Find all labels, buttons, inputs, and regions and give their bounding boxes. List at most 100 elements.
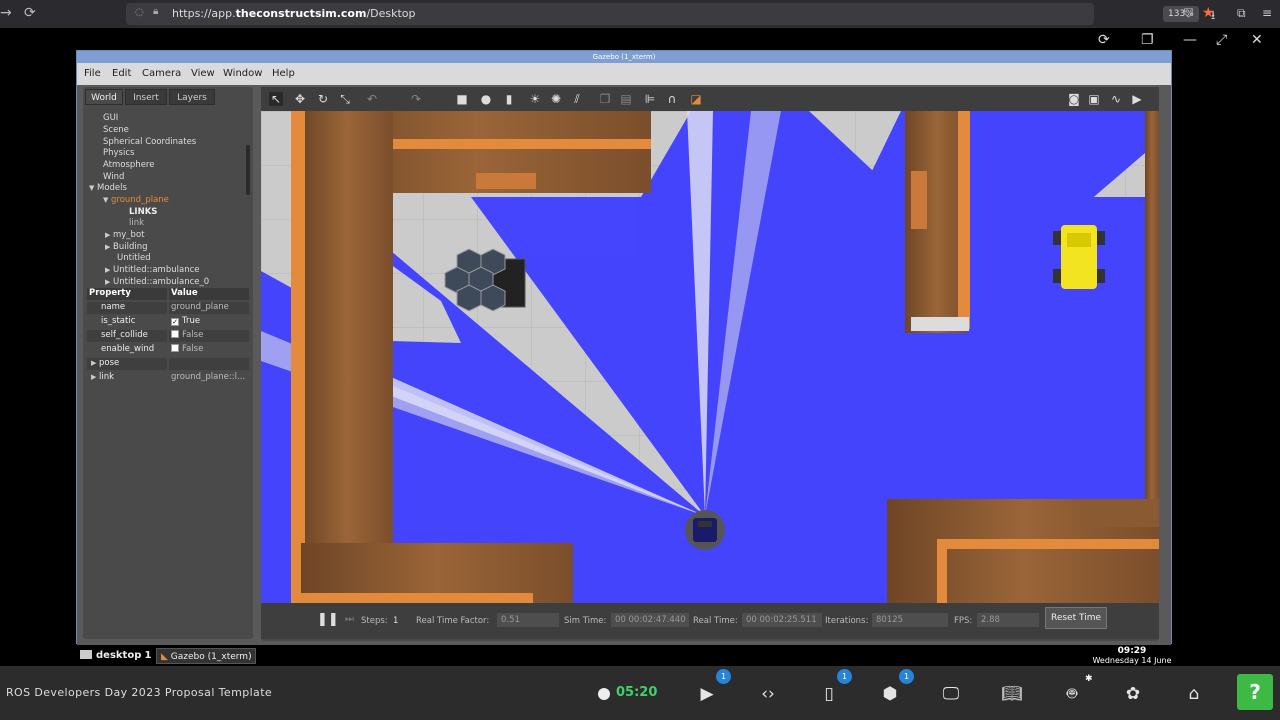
redo-icon[interactable]: ↷: [409, 92, 423, 106]
shell-badge: 1: [716, 669, 731, 684]
tracking-shield-icon[interactable]: ◌: [135, 7, 144, 18]
tree-models[interactable]: ▼ Models: [89, 183, 127, 193]
menu-window[interactable]: Window: [223, 68, 262, 79]
property-row-pose[interactable]: ▶ pose: [85, 357, 251, 370]
tree-my-bot[interactable]: ▶ my_bot: [105, 230, 145, 240]
property-row-is-static[interactable]: is_static ✓ True: [85, 315, 251, 328]
expand-down-icon[interactable]: ▼: [89, 184, 97, 192]
tree-ground-plane[interactable]: ▼ ground_plane: [103, 195, 169, 205]
expand-right-icon[interactable]: ▶: [105, 266, 113, 274]
tree-ambulance[interactable]: ▶ Untitled::ambulance: [105, 265, 199, 275]
log-icon[interactable]: ▣: [1087, 92, 1101, 106]
box-shape-icon[interactable]: ■: [455, 92, 469, 106]
ai-assistant-icon[interactable]: ✿: [1122, 683, 1144, 705]
help-button[interactable]: ?: [1237, 674, 1273, 710]
tree-scrollbar[interactable]: [246, 145, 250, 195]
menu-camera[interactable]: Camera: [142, 68, 181, 79]
plot-icon[interactable]: ∿: [1109, 92, 1123, 106]
menu-help[interactable]: Help: [272, 68, 295, 79]
tree-ambulance-0[interactable]: ▶ Untitled::ambulance_0: [105, 277, 209, 287]
refresh-icon[interactable]: ⟳: [1098, 32, 1110, 48]
sim-time-value: 00 00:02:47.440: [611, 613, 689, 627]
download-icon[interactable]: ⭳: [1211, 6, 1215, 27]
lock-icon[interactable]: 🔒︎: [153, 6, 158, 17]
property-row-name[interactable]: name ground_plane: [85, 301, 251, 314]
minimize-icon[interactable]: —: [1183, 32, 1197, 48]
step-icon[interactable]: ⏭: [345, 614, 354, 625]
gazebo-body: World Insert Layers GUI Scene Spherical …: [77, 85, 1171, 645]
forward-icon[interactable]: →: [0, 5, 12, 21]
tree-scene[interactable]: Scene: [103, 125, 129, 135]
point-light-icon[interactable]: ☀: [528, 92, 542, 106]
rotate-mode-icon[interactable]: ↻: [316, 92, 330, 106]
is-static-checkbox[interactable]: ✓: [171, 318, 179, 326]
tree-atmosphere[interactable]: Atmosphere: [103, 160, 154, 170]
tree-gui[interactable]: GUI: [103, 113, 118, 123]
clock-time: 09:29: [1117, 646, 1147, 656]
tree-physics[interactable]: Physics: [103, 148, 134, 158]
menu-file[interactable]: File: [84, 68, 101, 79]
package-icon[interactable]: ⬢: [879, 683, 901, 705]
extensions-icon[interactable]: ⧉: [1237, 6, 1246, 21]
tree-wind[interactable]: Wind: [103, 172, 124, 182]
expand-right-icon[interactable]: ▶: [91, 359, 99, 367]
menu-edit[interactable]: Edit: [112, 68, 131, 79]
video-record-icon[interactable]: ▶: [1130, 92, 1144, 106]
tree-building[interactable]: ▶ Building: [105, 242, 147, 252]
copy-icon[interactable]: ❐: [598, 92, 612, 106]
expand-right-icon[interactable]: ▶: [105, 243, 113, 251]
menu-icon[interactable]: ≡: [1262, 6, 1272, 20]
gazebo-task-button[interactable]: ◣ Gazebo (1_xterm): [156, 648, 256, 664]
shell-icon[interactable]: ▶: [696, 683, 718, 705]
tree-untitled[interactable]: Untitled: [117, 253, 151, 263]
spot-light-icon[interactable]: ✺: [549, 92, 563, 106]
notebook-icon[interactable]: ▯: [818, 683, 840, 705]
tree-spherical[interactable]: Spherical Coordinates: [103, 137, 196, 147]
tab-layers[interactable]: Layers: [169, 89, 215, 105]
fullscreen-icon[interactable]: ⤢: [1216, 32, 1227, 48]
timer-icon: [598, 688, 610, 700]
self-collide-checkbox[interactable]: [171, 330, 179, 338]
zoom-badge[interactable]: 133%: [1163, 6, 1199, 22]
undo-icon[interactable]: ↶: [365, 92, 379, 106]
sphere-shape-icon[interactable]: ●: [479, 92, 493, 106]
pause-icon[interactable]: ❚❚: [317, 612, 339, 627]
desktop-switcher[interactable]: desktop 1: [80, 648, 152, 664]
steps-value[interactable]: 1: [393, 616, 398, 626]
reload-icon[interactable]: ⟳: [24, 5, 36, 21]
scene-view[interactable]: [261, 111, 1159, 603]
property-row-link[interactable]: ▶ link ground_plane::l...: [85, 371, 251, 384]
menu-view[interactable]: View: [191, 68, 215, 79]
cylinder-shape-icon[interactable]: ▮: [502, 92, 516, 106]
tree-link[interactable]: link: [129, 218, 144, 228]
enable-wind-checkbox[interactable]: [171, 344, 179, 352]
book-icon[interactable]: 📖︎: [1001, 683, 1023, 705]
directional-light-icon[interactable]: ⫽: [570, 92, 584, 106]
pocket-icon[interactable]: ⛉: [1184, 6, 1193, 21]
screenshot-icon[interactable]: ◙: [1067, 92, 1081, 106]
code-editor-icon[interactable]: ‹›: [757, 683, 779, 705]
robot-icon[interactable]: 🤖︎: [1061, 683, 1083, 705]
scale-mode-icon[interactable]: ⤡: [338, 92, 352, 106]
expand-right-icon[interactable]: ▶: [91, 373, 99, 381]
tab-world[interactable]: World: [85, 89, 123, 105]
home-icon[interactable]: ⌂: [1183, 683, 1205, 705]
change-view-icon[interactable]: ◪: [689, 92, 703, 106]
property-row-enable-wind[interactable]: enable_wind False: [85, 343, 251, 356]
reset-time-button[interactable]: Reset Time: [1045, 607, 1107, 629]
tab-insert[interactable]: Insert: [125, 89, 167, 105]
expand-right-icon[interactable]: ▶: [105, 231, 113, 239]
paste-icon[interactable]: ▤: [619, 92, 633, 106]
align-icon[interactable]: ⊫: [643, 92, 657, 106]
expand-down-icon[interactable]: ▼: [103, 196, 111, 204]
rtf-value: 0.51: [497, 613, 559, 627]
select-mode-icon[interactable]: ↖: [269, 92, 283, 106]
snap-icon[interactable]: ∩: [665, 92, 679, 106]
expand-right-icon[interactable]: ▶: [105, 278, 113, 286]
property-row-self-collide[interactable]: self_collide False: [85, 329, 251, 342]
restore-window-icon[interactable]: ❐: [1141, 32, 1154, 48]
desktop-monitor-icon[interactable]: 🖵︎: [940, 683, 962, 705]
close-icon[interactable]: ✕: [1251, 32, 1263, 48]
translate-mode-icon[interactable]: ✥: [293, 92, 307, 106]
address-bar[interactable]: ◌ 🔒︎ https://app.theconstructsim.com/Des…: [126, 3, 1215, 25]
